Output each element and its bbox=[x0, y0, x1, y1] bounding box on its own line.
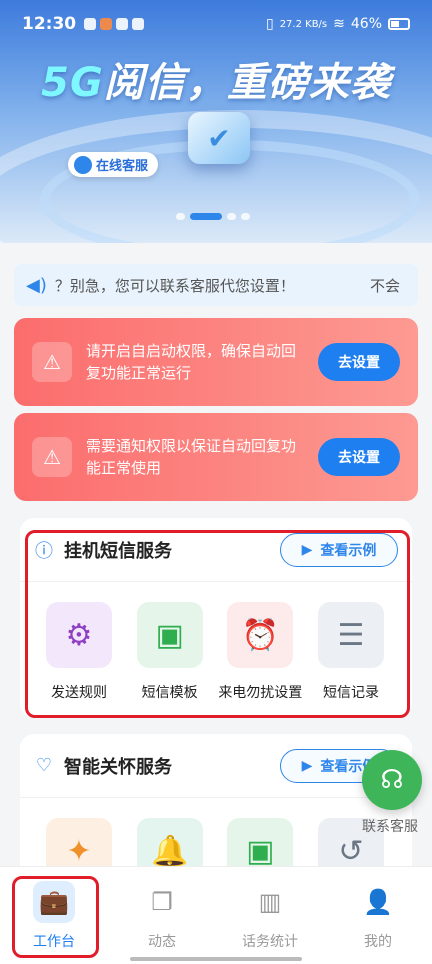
headset-icon: ☊ bbox=[380, 765, 404, 795]
contact-service-float-button[interactable]: ☊ bbox=[362, 750, 422, 810]
card-header: ♡ 智能关怀服务 ▶ 查看示例 bbox=[20, 734, 412, 798]
highlight-box-sms-service bbox=[25, 530, 410, 718]
bar-chart-icon: ▥ bbox=[258, 888, 282, 916]
wifi-icon: ≋ bbox=[333, 16, 345, 32]
goto-settings-button[interactable]: 去设置 bbox=[318, 343, 400, 381]
warning-text: 需要通知权限以保证自动回复功能正常使用 bbox=[86, 437, 297, 477]
speaker-icon: ◀) bbox=[26, 274, 47, 296]
notice-text-tail: 不会 bbox=[370, 277, 401, 295]
goto-settings-button[interactable]: 去设置 bbox=[318, 438, 400, 476]
service-avatar-icon bbox=[74, 155, 92, 174]
warning-text: 请开启自启动权限，确保自动回复功能正常运行 bbox=[86, 342, 297, 382]
banner-title: 5G阅信，重磅来袭 bbox=[41, 60, 391, 106]
network-speed: 27.2 KB/s bbox=[279, 18, 328, 30]
vibrate-icon: ▯ bbox=[265, 16, 274, 32]
status-indicators: ▯ 27.2 KB/s ≋ 46% bbox=[266, 16, 410, 32]
online-service-button[interactable]: 在线客服 bbox=[68, 152, 159, 177]
notice-bar[interactable]: ◀) ？别急，您可以联系客服代您设置！ 不会 bbox=[14, 264, 418, 306]
link-icon bbox=[116, 18, 129, 30]
chat-check-icon: ✔ bbox=[188, 112, 250, 164]
notice-text: ？别急，您可以联系客服代您设置！ bbox=[54, 276, 295, 295]
tab-profile[interactable]: 👤 我的 bbox=[324, 867, 432, 964]
highlight-box-workbench bbox=[12, 876, 99, 958]
carousel-indicator bbox=[176, 213, 250, 220]
battery-percent: 46% bbox=[350, 16, 382, 32]
warning-card-autostart: ⚠ 请开启自启动权限，确保自动回复功能正常运行 去设置 bbox=[14, 318, 418, 406]
notification-icon bbox=[84, 18, 97, 30]
status-bar: 12:30 ▯ 27.2 KB/s ≋ 46% bbox=[0, 0, 432, 48]
home-indicator bbox=[130, 957, 302, 961]
user-icon: 👤 bbox=[363, 888, 393, 916]
tab-updates[interactable]: ❐ 动态 bbox=[108, 867, 216, 964]
play-icon: ▶ bbox=[301, 757, 313, 774]
heart-icon: ♡ bbox=[35, 755, 53, 776]
warning-icon: ⚠ bbox=[32, 342, 72, 382]
status-time: 12:30 bbox=[22, 14, 77, 34]
layers-icon: ❐ bbox=[151, 888, 173, 916]
card-title: 智能关怀服务 bbox=[64, 756, 172, 778]
warning-card-notification: ⚠ 需要通知权限以保证自动回复功能正常使用 去设置 bbox=[14, 413, 418, 501]
contact-service-label: 联系客服 bbox=[362, 819, 418, 835]
battery-icon bbox=[388, 18, 410, 30]
promo-banner[interactable]: 12:30 ▯ 27.2 KB/s ≋ 46% 5G阅信，重磅来袭 ✔ 在线客服 bbox=[0, 0, 432, 243]
cloud-icon bbox=[132, 18, 145, 30]
app-icon bbox=[100, 18, 113, 30]
tab-call-stats[interactable]: ▥ 话务统计 bbox=[216, 867, 324, 964]
warning-icon: ⚠ bbox=[32, 437, 72, 477]
